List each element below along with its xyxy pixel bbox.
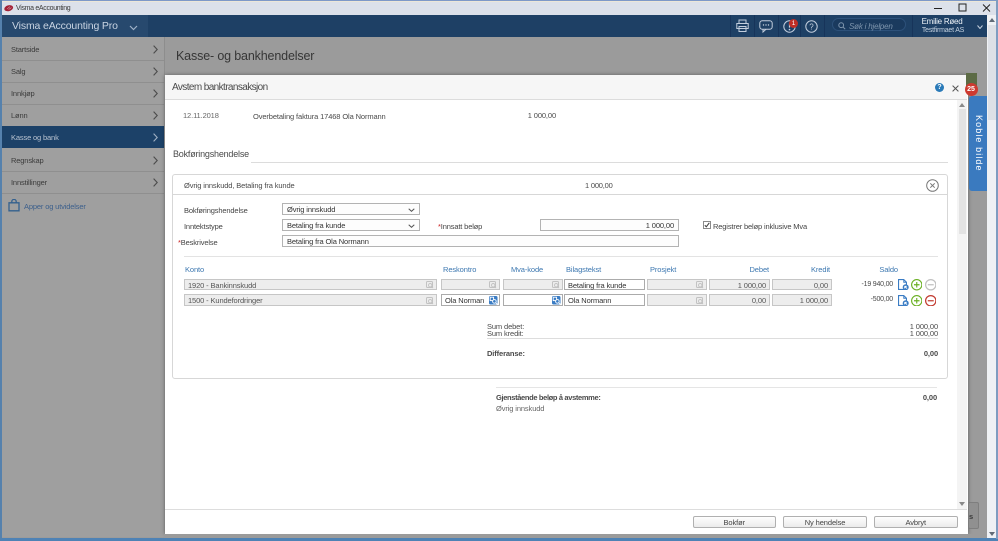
svg-text:?: ? [809,22,814,31]
